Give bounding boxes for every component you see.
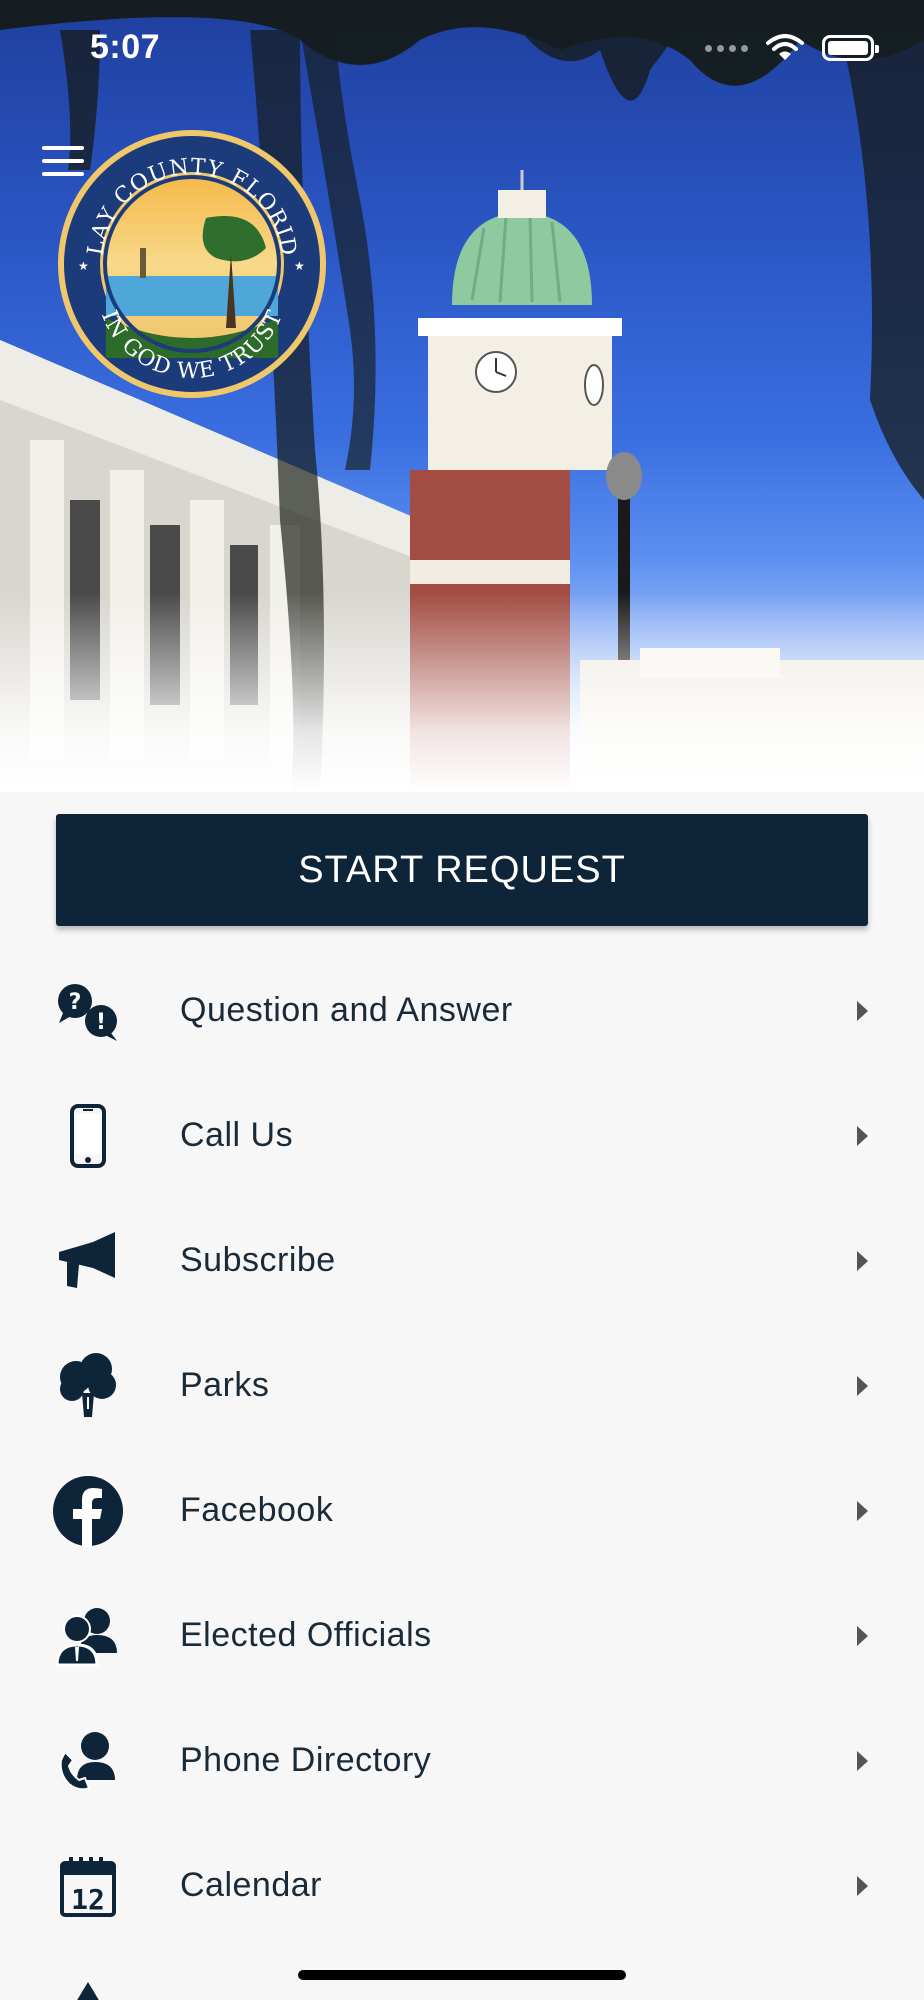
menu-item-label: Call Us (180, 1116, 294, 1154)
svg-text:★: ★ (78, 259, 89, 273)
calendar-icon: 12 (52, 1850, 124, 1922)
question-answer-icon: ? ! (52, 975, 124, 1047)
chevron-right-icon (857, 1250, 868, 1271)
svg-text:!: ! (96, 1010, 106, 1035)
phone-directory-icon (52, 1725, 124, 1797)
battery-icon (822, 35, 879, 61)
svg-text:12: 12 (71, 1883, 105, 1916)
menu-item-facebook[interactable]: Facebook (0, 1448, 924, 1573)
start-request-button[interactable]: START REQUEST (56, 814, 868, 926)
wifi-icon (766, 34, 804, 60)
chevron-right-icon (857, 1500, 868, 1521)
menu-item-label: Parks (180, 1366, 270, 1404)
tree-icon (52, 1350, 124, 1422)
menu-item-elected-officials[interactable]: Elected Officials (0, 1573, 924, 1698)
chevron-right-icon (857, 1000, 868, 1021)
menu-item-label: Subscribe (180, 1241, 336, 1279)
menu-item-calendar[interactable]: 12 Calendar (0, 1823, 924, 1948)
chevron-right-icon (857, 1125, 868, 1146)
svg-text:★: ★ (294, 259, 305, 273)
menu-item-parks[interactable]: Parks (0, 1323, 924, 1448)
menu-item-label: Facebook (180, 1491, 334, 1529)
chevron-right-icon (857, 1625, 868, 1646)
chevron-right-icon (857, 1375, 868, 1396)
hero-banner: 5:07 CLAY COUNTY FLORIDA (0, 0, 924, 792)
menu-item-question-and-answer[interactable]: ? ! Question and Answer (0, 948, 924, 1073)
menu-item-call-us[interactable]: Call Us (0, 1073, 924, 1198)
facebook-icon (52, 1475, 124, 1547)
menu-list: ? ! Question and Answer Call Us Subscrib… (0, 948, 924, 1948)
menu-item-subscribe[interactable]: Subscribe (0, 1198, 924, 1323)
menu-item-label: Question and Answer (180, 991, 513, 1029)
status-icons (705, 34, 879, 62)
next-item-icon-partial (77, 1982, 99, 2000)
menu-item-label: Phone Directory (180, 1741, 432, 1779)
svg-text:?: ? (69, 990, 82, 1015)
officials-icon (52, 1600, 124, 1672)
clay-county-seal-logo: CLAY COUNTY FLORIDA IN GOD WE TRUST ★ ★ (56, 128, 326, 398)
main-content: START REQUEST ? ! Question and Answer Ca… (0, 792, 924, 2000)
menu-item-label: Calendar (180, 1866, 322, 1904)
home-indicator (298, 1970, 626, 1980)
phone-icon (52, 1100, 124, 1172)
chevron-right-icon (857, 1750, 868, 1771)
menu-item-label: Elected Officials (180, 1616, 432, 1654)
hero-fade (0, 592, 924, 792)
megaphone-icon (52, 1225, 124, 1297)
chevron-right-icon (857, 1875, 868, 1896)
status-time: 5:07 (90, 28, 161, 66)
menu-item-phone-directory[interactable]: Phone Directory (0, 1698, 924, 1823)
signal-icon (705, 44, 748, 52)
